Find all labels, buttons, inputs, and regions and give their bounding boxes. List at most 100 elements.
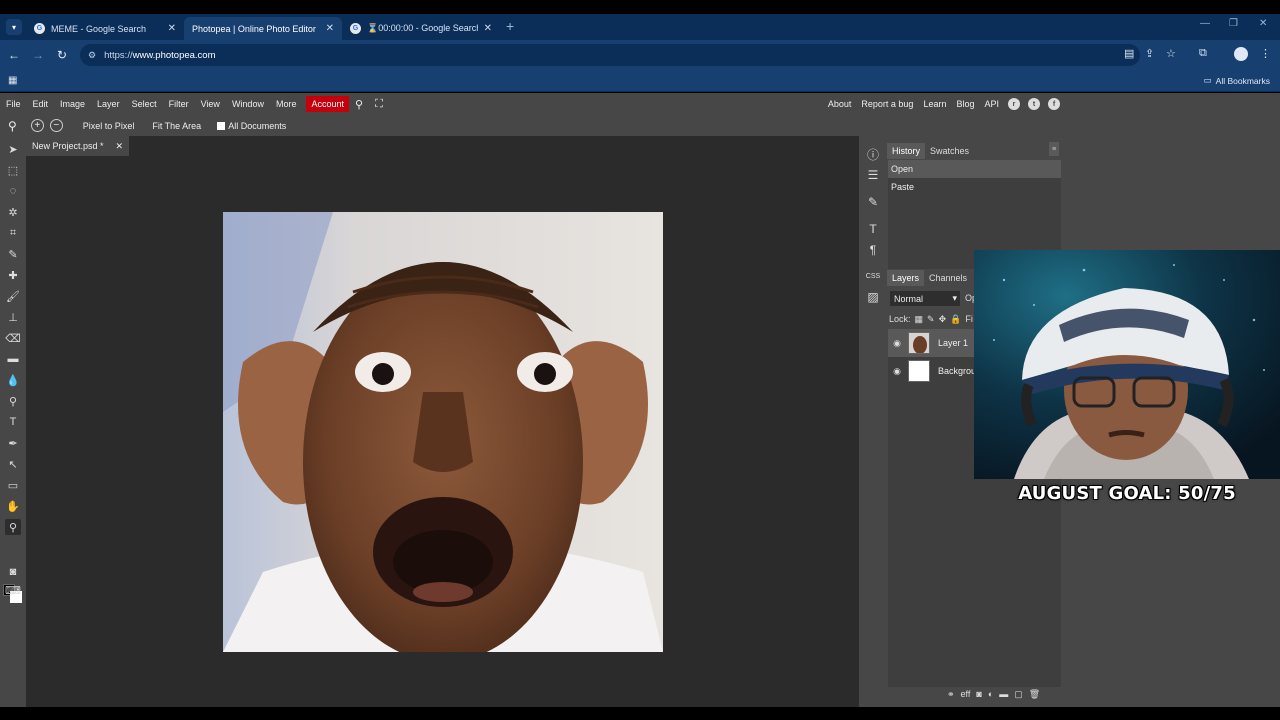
- marquee-tool-icon[interactable]: ⬚: [5, 162, 21, 178]
- gradient-tool-icon[interactable]: ▬: [5, 351, 21, 367]
- history-item[interactable]: Paste: [888, 178, 1061, 196]
- close-icon[interactable]: ✕: [168, 23, 176, 34]
- close-icon[interactable]: ✕: [116, 141, 124, 152]
- facebook-icon[interactable]: f: [1048, 98, 1060, 110]
- tab-history[interactable]: History: [887, 142, 926, 159]
- blur-tool-icon[interactable]: 💧: [5, 372, 21, 388]
- apps-grid-icon[interactable]: ▦: [8, 75, 17, 86]
- lasso-tool-icon[interactable]: ◌: [5, 183, 21, 199]
- twitter-icon[interactable]: t: [1028, 98, 1040, 110]
- more-menu-icon[interactable]: ⋮: [1260, 47, 1271, 60]
- eraser-tool-icon[interactable]: ⌫: [5, 330, 21, 346]
- pixel-to-pixel-button[interactable]: Pixel to Pixel: [83, 121, 135, 131]
- account-button[interactable]: Account: [306, 96, 349, 112]
- close-icon[interactable]: ✕: [484, 23, 492, 34]
- reload-icon[interactable]: ↻: [54, 47, 70, 63]
- brush-tool-icon[interactable]: 🖌: [5, 288, 21, 304]
- fullscreen-icon[interactable]: ⛶: [369, 98, 389, 111]
- image-icon[interactable]: ▨: [865, 289, 881, 305]
- brush-settings-icon[interactable]: ✎: [865, 194, 881, 210]
- add-mask-icon[interactable]: ◙: [976, 689, 981, 700]
- tab-meme-search[interactable]: G MEME - Google Search ✕: [26, 17, 184, 40]
- tab-swatches[interactable]: Swatches: [925, 143, 974, 159]
- delete-layer-icon[interactable]: 🗑: [1029, 689, 1040, 700]
- tab-timer-search[interactable]: G ⌛00:00:00 - Google Search ✕: [342, 17, 500, 40]
- hand-tool-icon[interactable]: ✋: [5, 498, 21, 514]
- crop-tool-icon[interactable]: ⌗: [5, 225, 21, 241]
- menu-select[interactable]: Select: [126, 99, 163, 109]
- profile-avatar[interactable]: [1234, 47, 1248, 61]
- paragraph-icon[interactable]: ¶: [865, 242, 881, 258]
- forward-arrow-icon[interactable]: →: [30, 47, 46, 63]
- quick-mask-icon[interactable]: ◙: [5, 564, 21, 580]
- lock-transparency-icon[interactable]: ▦: [915, 314, 924, 325]
- tab-layers[interactable]: Layers: [887, 269, 925, 286]
- link-blog[interactable]: Blog: [951, 99, 979, 109]
- restore-icon[interactable]: ❐: [1229, 18, 1238, 29]
- info-icon[interactable]: ⓘ: [865, 146, 881, 162]
- save-page-icon[interactable]: ▤: [1124, 47, 1134, 60]
- panel-menu-icon[interactable]: ≡: [1049, 142, 1059, 156]
- canvas-image[interactable]: [223, 212, 663, 652]
- link-about[interactable]: About: [823, 99, 857, 109]
- eye-icon[interactable]: ◉: [888, 366, 906, 377]
- type-tool-icon[interactable]: T: [5, 414, 21, 430]
- magic-wand-icon[interactable]: ✲: [5, 204, 21, 220]
- path-select-icon[interactable]: ↖: [5, 456, 21, 472]
- lock-paint-icon[interactable]: ✎: [927, 314, 935, 325]
- zoom-out-icon[interactable]: −: [49, 119, 63, 132]
- move-tool-icon[interactable]: ➤: [5, 141, 21, 157]
- new-group-icon[interactable]: ▬: [999, 689, 1008, 700]
- dodge-tool-icon[interactable]: ⚲: [5, 393, 21, 409]
- history-item[interactable]: Open: [888, 160, 1061, 178]
- site-settings-icon[interactable]: ⚙: [88, 50, 96, 61]
- close-icon[interactable]: ✕: [326, 23, 334, 34]
- layer-style-icon[interactable]: eff: [961, 689, 971, 700]
- pen-tool-icon[interactable]: ✒: [5, 435, 21, 451]
- address-bar[interactable]: ⚙ https://www.photopea.com: [80, 44, 1140, 66]
- clone-stamp-icon[interactable]: ⊥: [5, 309, 21, 325]
- new-layer-icon[interactable]: ▢: [1014, 689, 1023, 700]
- blend-mode-select[interactable]: Normal ▾: [890, 291, 960, 306]
- menu-file[interactable]: File: [0, 99, 27, 109]
- bookmark-star-icon[interactable]: ☆: [1166, 47, 1176, 60]
- rectangle-tool-icon[interactable]: ▭: [5, 477, 21, 493]
- lock-position-icon[interactable]: ✥: [939, 314, 947, 325]
- menu-window[interactable]: Window: [226, 99, 270, 109]
- tab-photopea[interactable]: p Photopea | Online Photo Editor ✕: [184, 17, 342, 121]
- menu-edit[interactable]: Edit: [27, 99, 55, 109]
- all-documents-checkbox[interactable]: [217, 121, 226, 130]
- character-icon[interactable]: T: [865, 221, 881, 237]
- new-tab-plus-icon[interactable]: +: [506, 18, 514, 34]
- share-icon[interactable]: ⇪: [1145, 47, 1154, 60]
- menu-more[interactable]: More: [270, 99, 303, 109]
- reddit-icon[interactable]: r: [1008, 98, 1020, 110]
- adjustments-icon[interactable]: ☰: [865, 167, 881, 183]
- document-tab[interactable]: New Project.psd * ✕: [26, 136, 130, 156]
- link-learn[interactable]: Learn: [918, 99, 951, 109]
- menu-layer[interactable]: Layer: [91, 99, 126, 109]
- eye-icon[interactable]: ◉: [888, 338, 906, 349]
- minimize-icon[interactable]: —: [1200, 18, 1210, 29]
- eyedropper-icon[interactable]: ✎: [5, 246, 21, 262]
- healing-brush-icon[interactable]: ✚: [5, 267, 21, 283]
- tab-channels[interactable]: Channels: [924, 270, 972, 286]
- lock-all-icon[interactable]: 🔒: [950, 314, 961, 325]
- fit-the-area-button[interactable]: Fit The Area: [152, 121, 201, 131]
- extensions-icon[interactable]: ⧉: [1199, 47, 1207, 60]
- menu-filter[interactable]: Filter: [163, 99, 195, 109]
- menu-image[interactable]: Image: [54, 99, 91, 109]
- css-icon[interactable]: CSS: [865, 268, 881, 284]
- all-bookmarks-button[interactable]: ▭ All Bookmarks: [1204, 75, 1270, 86]
- menu-view[interactable]: View: [195, 99, 226, 109]
- back-arrow-icon[interactable]: ←: [6, 47, 22, 63]
- tab-search-chevron-icon[interactable]: ▾: [6, 19, 22, 35]
- zoom-tool-icon[interactable]: ⚲: [5, 519, 21, 535]
- keyboard-icon[interactable]: ⌨: [5, 582, 21, 598]
- link-api[interactable]: API: [979, 99, 1004, 109]
- adjustment-layer-icon[interactable]: ◐: [988, 689, 993, 700]
- window-close-icon[interactable]: ✕: [1259, 18, 1267, 29]
- zoom-in-icon[interactable]: +: [30, 119, 44, 132]
- link-layers-icon[interactable]: ⚭: [947, 689, 955, 700]
- search-icon[interactable]: ⚲: [349, 98, 369, 111]
